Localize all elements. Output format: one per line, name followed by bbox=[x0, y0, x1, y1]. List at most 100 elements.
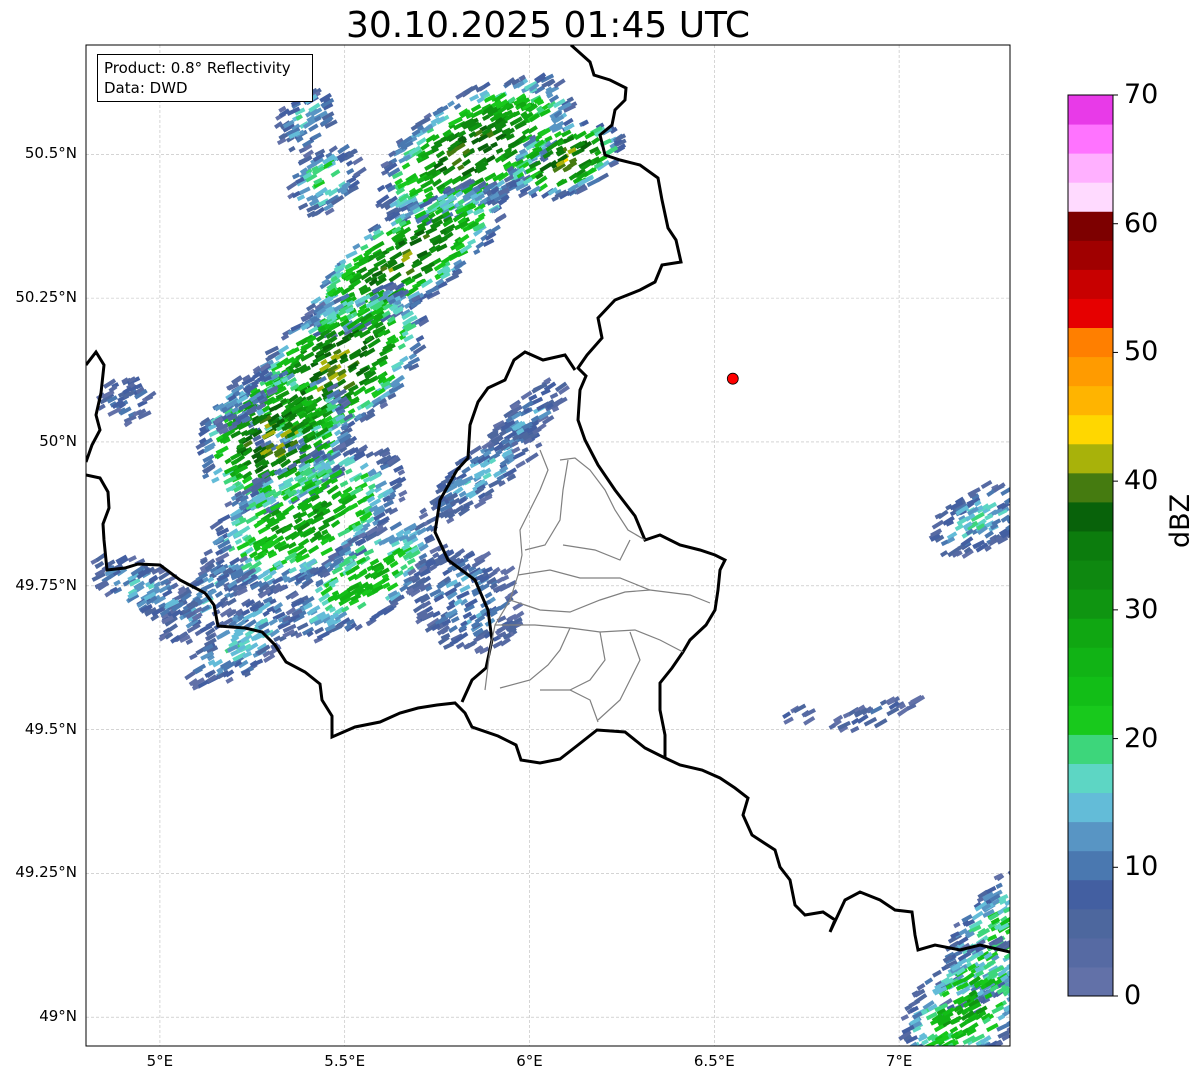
colorbar-swatch bbox=[1068, 472, 1113, 503]
lon-tick-label: 6.5°E bbox=[693, 1052, 735, 1070]
echo-cell bbox=[468, 131, 477, 139]
echo-cell bbox=[1035, 897, 1046, 905]
echo-cell bbox=[359, 462, 369, 471]
echo-cell bbox=[337, 528, 351, 538]
colorbar-tick-label: 60 bbox=[1124, 207, 1159, 239]
echo-cell bbox=[900, 1014, 909, 1021]
echo-cell bbox=[956, 1046, 964, 1053]
data-source-label: Data: DWD bbox=[104, 79, 188, 97]
echo-cell bbox=[405, 267, 415, 276]
echo-cell bbox=[1044, 884, 1052, 890]
echo-cell bbox=[1035, 911, 1044, 919]
echo-cell bbox=[397, 342, 406, 350]
echo-cell bbox=[1015, 960, 1023, 967]
echo-cell bbox=[311, 132, 322, 141]
echo-cell bbox=[127, 555, 137, 563]
lat-tick-label: 50.5°N bbox=[24, 144, 77, 163]
echo-cell bbox=[911, 1049, 923, 1059]
echo-cell bbox=[953, 921, 961, 929]
colorbar-swatch bbox=[1068, 705, 1113, 735]
colorbar-tick-label: 20 bbox=[1124, 722, 1159, 754]
echo-cell bbox=[492, 640, 504, 649]
echo-cell bbox=[1009, 980, 1010, 991]
echo-cell bbox=[1016, 979, 1024, 986]
echo-cell bbox=[453, 103, 462, 111]
colorbar-swatch bbox=[1068, 908, 1113, 939]
echo-cell bbox=[1009, 938, 1010, 947]
echo-cell bbox=[1009, 964, 1010, 973]
echo-cell bbox=[1011, 984, 1023, 993]
echo-cell bbox=[940, 1063, 949, 1071]
echo-cell bbox=[1030, 878, 1044, 887]
echo-cell bbox=[1038, 872, 1050, 881]
echo-cell bbox=[976, 1047, 986, 1056]
echo-cell bbox=[229, 556, 241, 566]
echo-cell bbox=[980, 479, 993, 490]
echo-cell bbox=[1040, 863, 1051, 872]
colorbar-swatch bbox=[1068, 734, 1113, 764]
echo-cell bbox=[448, 624, 458, 634]
echo-cell bbox=[995, 882, 1003, 889]
echo-cell bbox=[962, 1067, 971, 1075]
echo-cell bbox=[1044, 894, 1056, 903]
echo-cell bbox=[1032, 900, 1039, 906]
echo-cell bbox=[1024, 918, 1037, 927]
echo-cell bbox=[475, 241, 485, 250]
echo-cell bbox=[947, 1066, 957, 1074]
colorbar bbox=[1068, 94, 1118, 997]
echo-cell bbox=[803, 715, 816, 726]
echo-cell bbox=[1027, 866, 1039, 874]
echo-cell bbox=[1040, 874, 1049, 881]
echo-cell bbox=[985, 1022, 999, 1033]
echo-cell bbox=[1030, 920, 1040, 928]
colorbar-swatch bbox=[1068, 501, 1113, 532]
colorbar-swatch bbox=[1068, 792, 1113, 823]
echo-cell bbox=[554, 130, 563, 139]
echo-cell bbox=[253, 519, 265, 529]
echo-cell bbox=[1008, 912, 1010, 923]
lon-tick-label: 7°E bbox=[885, 1052, 913, 1070]
echo-cell bbox=[1009, 516, 1010, 526]
echo-cell bbox=[296, 622, 309, 631]
echo-cell bbox=[337, 329, 345, 337]
echo-cell bbox=[1016, 489, 1029, 500]
echo-cell bbox=[224, 500, 233, 508]
echo-cell bbox=[1020, 977, 1030, 985]
echo-cell bbox=[1016, 894, 1028, 903]
echo-cell bbox=[357, 601, 367, 610]
echo-cell bbox=[1016, 987, 1028, 997]
echo-cell bbox=[226, 597, 237, 606]
echo-cell bbox=[268, 617, 278, 626]
echo-cell bbox=[511, 446, 521, 454]
colorbar-swatch bbox=[1068, 763, 1113, 794]
colorbar-tick-label: 0 bbox=[1124, 980, 1142, 1011]
colorbar-swatch bbox=[1068, 240, 1113, 270]
echo-cell bbox=[1014, 931, 1026, 940]
colorbar-label: dBZ bbox=[1165, 493, 1196, 548]
echo-cell bbox=[1014, 901, 1022, 908]
echo-cell bbox=[939, 1062, 946, 1069]
echo-cell bbox=[925, 1070, 934, 1077]
echo-cell bbox=[1027, 918, 1039, 927]
echo-cell bbox=[1024, 935, 1038, 945]
echo-cell bbox=[1025, 925, 1039, 936]
colorbar-swatch bbox=[1068, 95, 1113, 125]
echo-cell bbox=[1025, 896, 1033, 903]
echo-cell bbox=[1016, 887, 1028, 897]
echo-cell bbox=[385, 245, 395, 253]
echo-cell bbox=[272, 576, 284, 585]
echo-cell bbox=[360, 244, 369, 251]
echo-cell bbox=[1009, 971, 1010, 980]
echo-cell bbox=[915, 1066, 929, 1076]
echo-cell bbox=[113, 579, 121, 587]
echo-cell bbox=[1012, 925, 1022, 933]
echo-cell bbox=[328, 145, 338, 154]
echo-cell bbox=[1025, 913, 1038, 923]
echo-cell bbox=[455, 91, 466, 100]
echo-cell bbox=[1013, 1000, 1027, 1010]
echo-cell bbox=[1031, 923, 1043, 932]
echo-cell bbox=[1028, 861, 1041, 871]
colorbar-tick-label: 50 bbox=[1124, 336, 1159, 368]
lon-tick-label: 5°E bbox=[146, 1052, 174, 1070]
echo-cell bbox=[917, 1062, 931, 1071]
